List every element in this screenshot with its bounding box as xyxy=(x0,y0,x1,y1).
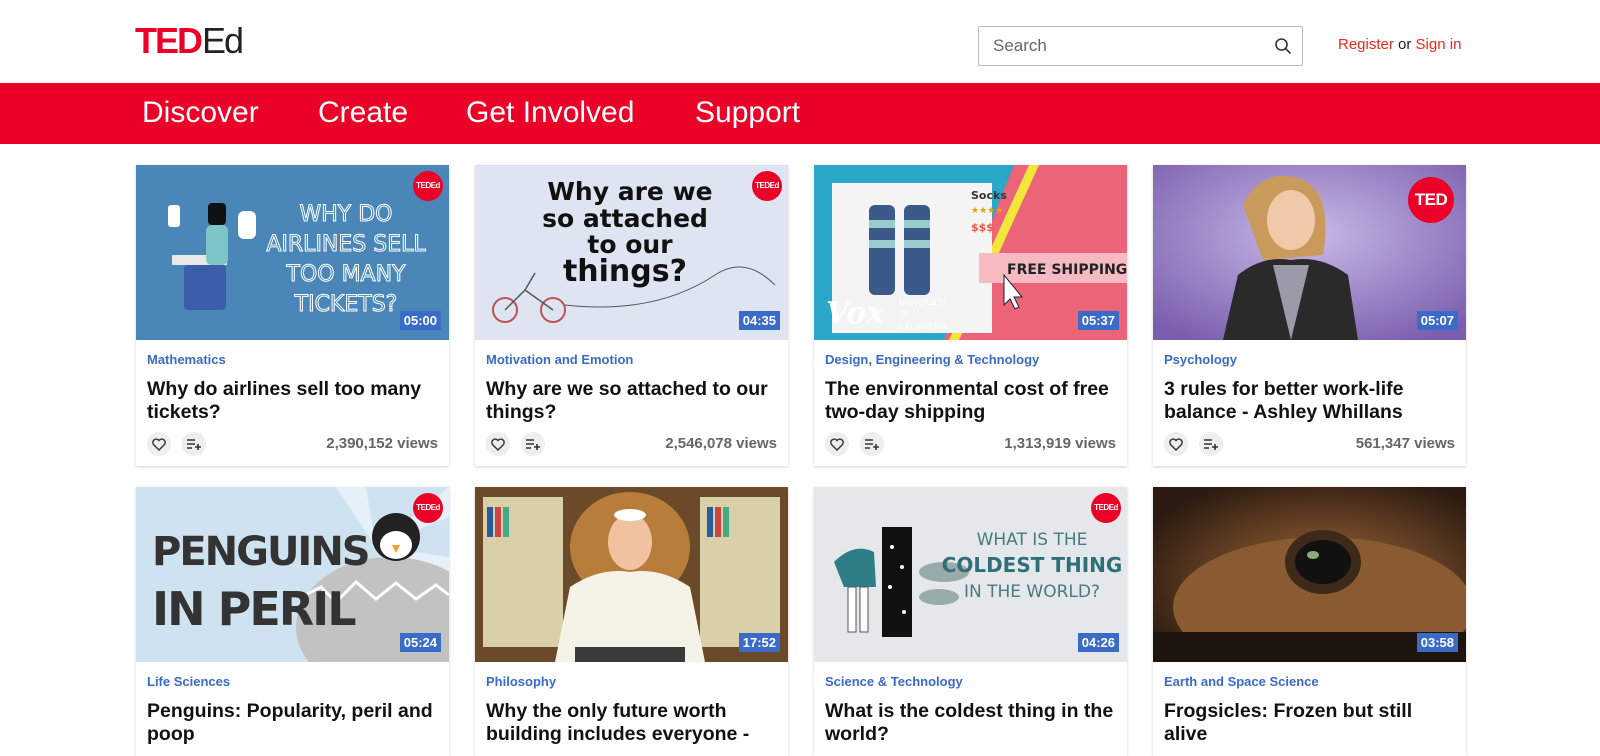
ted-ed-logo[interactable]: TED Ed xyxy=(135,20,244,61)
lesson-card[interactable]: TED 05:07 Psychology 3 rules for better … xyxy=(1153,165,1466,466)
search-icon[interactable] xyxy=(1274,37,1292,55)
header: TEDEd Register or Sign in xyxy=(0,0,1600,83)
lesson-thumbnail[interactable]: WHY DO AIRLINES SELL TOO MANY TICKETS? T… xyxy=(136,165,449,340)
lesson-thumbnail[interactable]: 03:58 xyxy=(1153,487,1466,662)
auth-or-text: or xyxy=(1398,36,1412,53)
lesson-title[interactable]: Penguins: Popularity, peril and poop xyxy=(147,700,438,746)
view-count: 561,347 views xyxy=(1355,435,1455,452)
heart-icon[interactable] xyxy=(825,432,849,456)
lesson-title[interactable]: Why do airlines sell too many tickets? xyxy=(147,378,438,424)
svg-text:FREE SHIPPING: FREE SHIPPING xyxy=(1007,262,1127,278)
svg-text:AIRLINES SELL: AIRLINES SELL xyxy=(266,232,426,257)
svg-text:UNIVERSITY: UNIVERSITY xyxy=(899,298,947,307)
heart-icon[interactable] xyxy=(486,432,510,456)
lesson-thumbnail[interactable]: TED 05:07 xyxy=(1153,165,1466,340)
lesson-title[interactable]: The environmental cost of free two-day s… xyxy=(825,378,1116,424)
add-to-playlist-icon[interactable] xyxy=(182,432,206,456)
view-count: 1,313,919 views xyxy=(1004,435,1116,452)
svg-text:WHAT IS THE: WHAT IS THE xyxy=(977,530,1088,550)
logo-ted: TED xyxy=(135,20,203,61)
lesson-thumbnail[interactable]: Why are we so attached to our things? TE… xyxy=(475,165,788,340)
ted-ed-badge: TEDEd xyxy=(752,171,782,201)
lesson-category[interactable]: Design, Engineering & Technology xyxy=(825,352,1116,368)
lesson-card[interactable]: Socks ★★★★ $$$ FREE SHIPPING Vox UNIVERS… xyxy=(814,165,1127,466)
nav-item-create[interactable]: Create xyxy=(318,93,408,133)
duration-badge: 03:58 xyxy=(1416,633,1458,652)
svg-text:TICKETS?: TICKETS? xyxy=(294,292,398,317)
svg-text:things?: things? xyxy=(563,254,687,289)
lesson-category[interactable]: Philosophy xyxy=(486,674,777,690)
duration-badge: 04:26 xyxy=(1077,633,1119,652)
lesson-category[interactable]: Life Sciences xyxy=(147,674,438,690)
lesson-card[interactable]: WHY DO AIRLINES SELL TOO MANY TICKETS? T… xyxy=(136,165,449,466)
lesson-title[interactable]: Frogsicles: Frozen but still alive xyxy=(1164,700,1455,746)
add-to-playlist-icon[interactable] xyxy=(1199,432,1223,456)
logo-ed: Ed xyxy=(202,20,244,61)
duration-badge: 05:07 xyxy=(1416,311,1458,330)
lesson-title[interactable]: Why the only future worth building inclu… xyxy=(486,700,777,746)
sign-in-link[interactable]: Sign in xyxy=(1416,36,1462,53)
svg-text:Vox: Vox xyxy=(826,296,886,331)
auth-links: Register or Sign in xyxy=(1338,36,1461,53)
lesson-thumbnail[interactable]: 17:52 xyxy=(475,487,788,662)
heart-icon[interactable] xyxy=(147,432,171,456)
lesson-thumbnail[interactable]: Socks ★★★★ $$$ FREE SHIPPING Vox UNIVERS… xyxy=(814,165,1127,340)
main-nav: Discover Create Get Involved Support xyxy=(0,83,1600,144)
svg-text:WHY DO: WHY DO xyxy=(300,202,393,227)
nav-item-discover[interactable]: Discover xyxy=(142,93,259,133)
lesson-title[interactable]: Why are we so attached to our things? xyxy=(486,378,777,424)
lesson-card[interactable]: 17:52 Philosophy Why the only future wor… xyxy=(475,487,788,756)
lesson-card[interactable]: WHAT IS THE COLDEST THING IN THE WORLD? … xyxy=(814,487,1127,756)
lesson-thumbnail[interactable]: PENGUINS IN PERIL TEDEd 05:24 xyxy=(136,487,449,662)
duration-badge: 05:37 xyxy=(1077,311,1119,330)
add-to-playlist-icon[interactable] xyxy=(860,432,884,456)
svg-text:so attached: so attached xyxy=(542,204,708,233)
svg-text:Socks: Socks xyxy=(971,189,1007,202)
search-box xyxy=(978,26,1303,66)
lesson-card[interactable]: 03:58 Earth and Space Science Frogsicles… xyxy=(1153,487,1466,756)
ted-ed-badge: TEDEd xyxy=(413,493,443,523)
svg-text:IN THE WORLD?: IN THE WORLD? xyxy=(964,582,1100,602)
svg-text:COLDEST THING: COLDEST THING xyxy=(942,553,1123,577)
register-link[interactable]: Register xyxy=(1338,36,1394,53)
lesson-card[interactable]: Why are we so attached to our things? TE… xyxy=(475,165,788,466)
duration-badge: 04:35 xyxy=(738,311,780,330)
svg-text:OF: OF xyxy=(899,310,910,319)
duration-badge: 17:52 xyxy=(738,633,780,652)
nav-item-support[interactable]: Support xyxy=(695,93,800,133)
heart-icon[interactable] xyxy=(1164,432,1188,456)
svg-text:TOO MANY: TOO MANY xyxy=(286,262,407,287)
view-count: 2,390,152 views xyxy=(326,435,438,452)
add-to-playlist-icon[interactable] xyxy=(521,432,545,456)
duration-badge: 05:00 xyxy=(399,311,441,330)
ted-badge: TED xyxy=(1408,177,1454,223)
view-count: 2,546,078 views xyxy=(665,435,777,452)
svg-text:PENGUINS: PENGUINS xyxy=(152,529,369,575)
svg-text:$$$: $$$ xyxy=(971,221,994,234)
lesson-thumbnail[interactable]: WHAT IS THE COLDEST THING IN THE WORLD? … xyxy=(814,487,1127,662)
lesson-title[interactable]: 3 rules for better work-life balance - A… xyxy=(1164,378,1455,424)
search-input[interactable] xyxy=(979,27,1249,65)
nav-item-get-involved[interactable]: Get Involved xyxy=(466,93,634,133)
duration-badge: 05:24 xyxy=(399,633,441,652)
svg-text:IN PERIL: IN PERIL xyxy=(152,582,356,636)
lesson-title[interactable]: What is the coldest thing in the world? xyxy=(825,700,1116,746)
svg-text:CALIFORNIA: CALIFORNIA xyxy=(899,322,948,331)
ted-ed-badge: TEDEd xyxy=(1091,493,1121,523)
lesson-category[interactable]: Motivation and Emotion xyxy=(486,352,777,368)
lesson-category[interactable]: Mathematics xyxy=(147,352,438,368)
lesson-category[interactable]: Science & Technology xyxy=(825,674,1116,690)
svg-text:★★★★: ★★★★ xyxy=(971,206,1003,216)
lesson-card[interactable]: PENGUINS IN PERIL TEDEd 05:24 Life Scien… xyxy=(136,487,449,756)
svg-text:Why are we: Why are we xyxy=(547,177,712,206)
lesson-category[interactable]: Earth and Space Science xyxy=(1164,674,1455,690)
lesson-category[interactable]: Psychology xyxy=(1164,352,1455,368)
ted-ed-badge: TEDEd xyxy=(413,171,443,201)
